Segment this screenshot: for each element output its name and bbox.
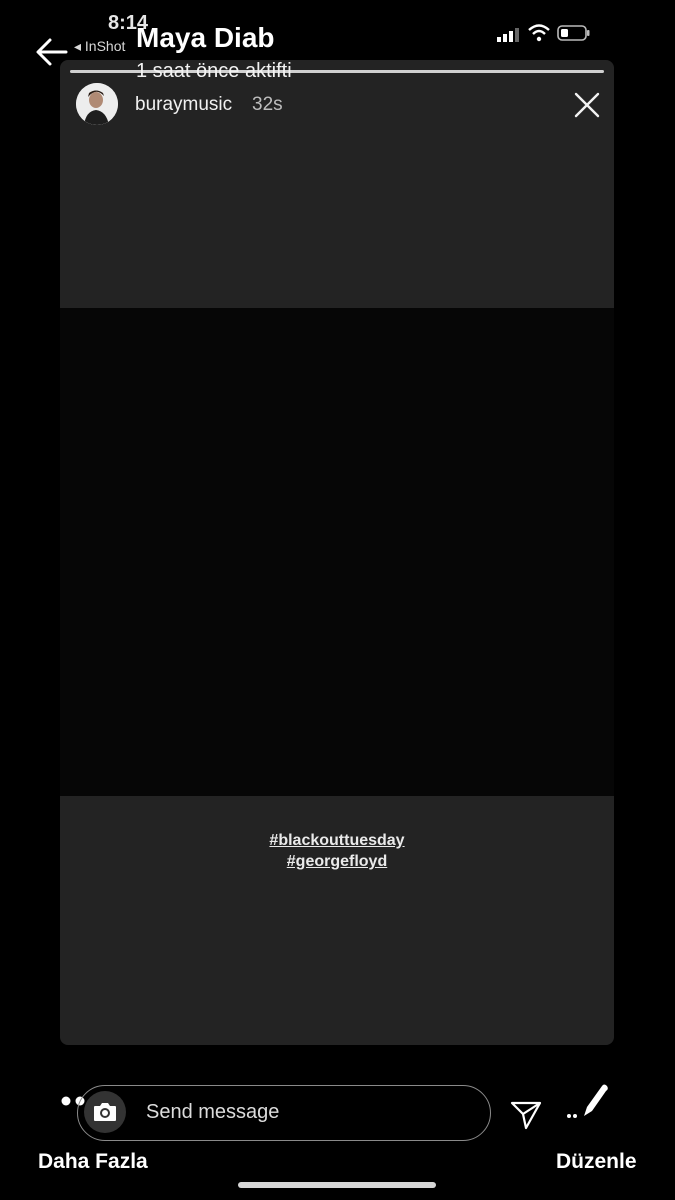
camera-button[interactable] [84, 1091, 126, 1133]
story-time-ago: 32s [252, 94, 283, 115]
signal-icon [497, 28, 519, 42]
back-to-app-link[interactable]: ◂ InShot [74, 38, 125, 55]
profile-photo-icon [76, 83, 118, 125]
edit-pencil-icon[interactable] [566, 1080, 610, 1124]
contact-status: 1 saat önce aktifti [136, 60, 292, 82]
edit-label[interactable]: Düzenle [556, 1150, 637, 1174]
message-placeholder: Send message [146, 1101, 280, 1123]
camera-icon [94, 1103, 116, 1121]
send-icon[interactable] [509, 1097, 543, 1131]
story-username[interactable]: buraymusic [135, 94, 232, 116]
avatar[interactable] [76, 83, 118, 125]
hashtag-blackouttuesday[interactable]: #blackouttuesday [60, 830, 614, 851]
wifi-icon [528, 24, 550, 42]
back-arrow-icon[interactable] [34, 34, 70, 70]
blackout-square [60, 308, 614, 796]
more-label[interactable]: Daha Fazla [38, 1150, 148, 1174]
hashtag-georgefloyd[interactable]: #georgefloyd [60, 851, 614, 872]
hashtag-sticker[interactable]: #blackouttuesday #georgefloyd [60, 830, 614, 872]
story-card[interactable]: buraymusic 32s #blackouttuesday #georgef… [60, 60, 614, 1045]
home-indicator[interactable] [238, 1182, 436, 1188]
close-icon[interactable] [574, 92, 600, 118]
battery-icon [557, 25, 590, 41]
message-input[interactable]: Send message [77, 1085, 491, 1141]
contact-name[interactable]: Maya Diab [136, 22, 275, 54]
